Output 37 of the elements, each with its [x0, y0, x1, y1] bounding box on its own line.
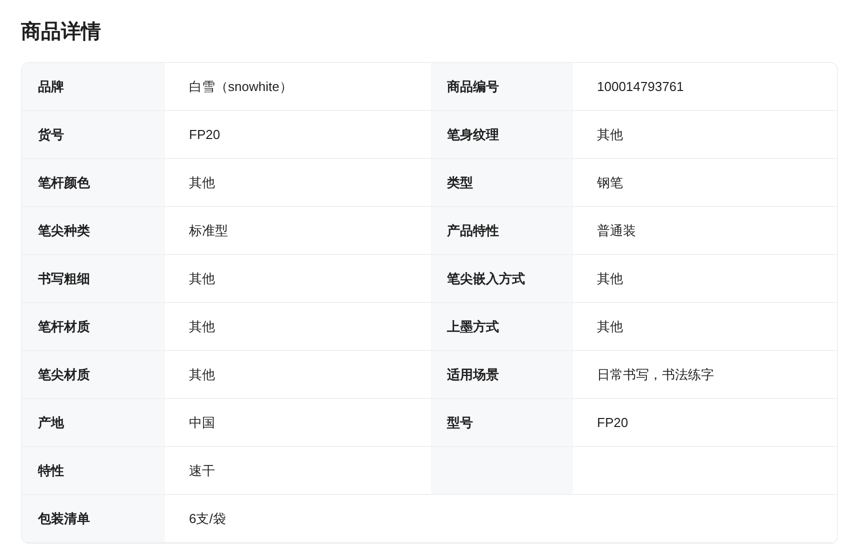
spec-value: 速干 — [189, 462, 215, 480]
spec-label: 类型 — [447, 174, 473, 192]
section-title: 商品详情 — [21, 20, 102, 45]
spec-label: 笔尖嵌入方式 — [447, 270, 525, 288]
spec-value: 6支/袋 — [189, 510, 226, 528]
spec-value: 其他 — [189, 366, 215, 384]
spec-label: 商品编号 — [447, 78, 499, 96]
spec-label: 上墨方式 — [447, 318, 499, 336]
spec-label: 笔杆材质 — [38, 318, 90, 336]
spec-value: 其他 — [597, 318, 623, 336]
spec-value: FP20 — [189, 126, 220, 144]
spec-value: 其他 — [597, 270, 623, 288]
spec-value: 其他 — [189, 318, 215, 336]
spec-label: 书写粗细 — [38, 270, 90, 288]
spec-label: 特性 — [38, 462, 64, 480]
spec-value: FP20 — [597, 414, 628, 432]
spec-value: 钢笔 — [597, 174, 623, 192]
spec-value: 其他 — [189, 270, 215, 288]
spec-value: 100014793761 — [597, 78, 684, 96]
spec-label: 适用场景 — [447, 366, 499, 384]
spec-value: 标准型 — [189, 222, 228, 240]
spec-label: 产地 — [38, 414, 64, 432]
spec-value: 其他 — [189, 174, 215, 192]
spec-value: 日常书写，书法练字 — [597, 366, 714, 384]
spec-value: 白雪（snowhite） — [189, 78, 292, 96]
spec-value: 其他 — [597, 126, 623, 144]
spec-label: 包装清单 — [38, 510, 90, 528]
spec-label: 品牌 — [38, 78, 64, 96]
spec-label: 产品特性 — [447, 222, 499, 240]
spec-label: 笔尖种类 — [38, 222, 90, 240]
spec-label: 笔杆颜色 — [38, 174, 90, 192]
spec-value: 普通装 — [597, 222, 636, 240]
spec-label: 货号 — [38, 126, 64, 144]
spec-label: 笔身纹理 — [447, 126, 499, 144]
spec-label: 笔尖材质 — [38, 366, 90, 384]
spec-label: 型号 — [447, 414, 473, 432]
spec-value: 中国 — [189, 414, 215, 432]
